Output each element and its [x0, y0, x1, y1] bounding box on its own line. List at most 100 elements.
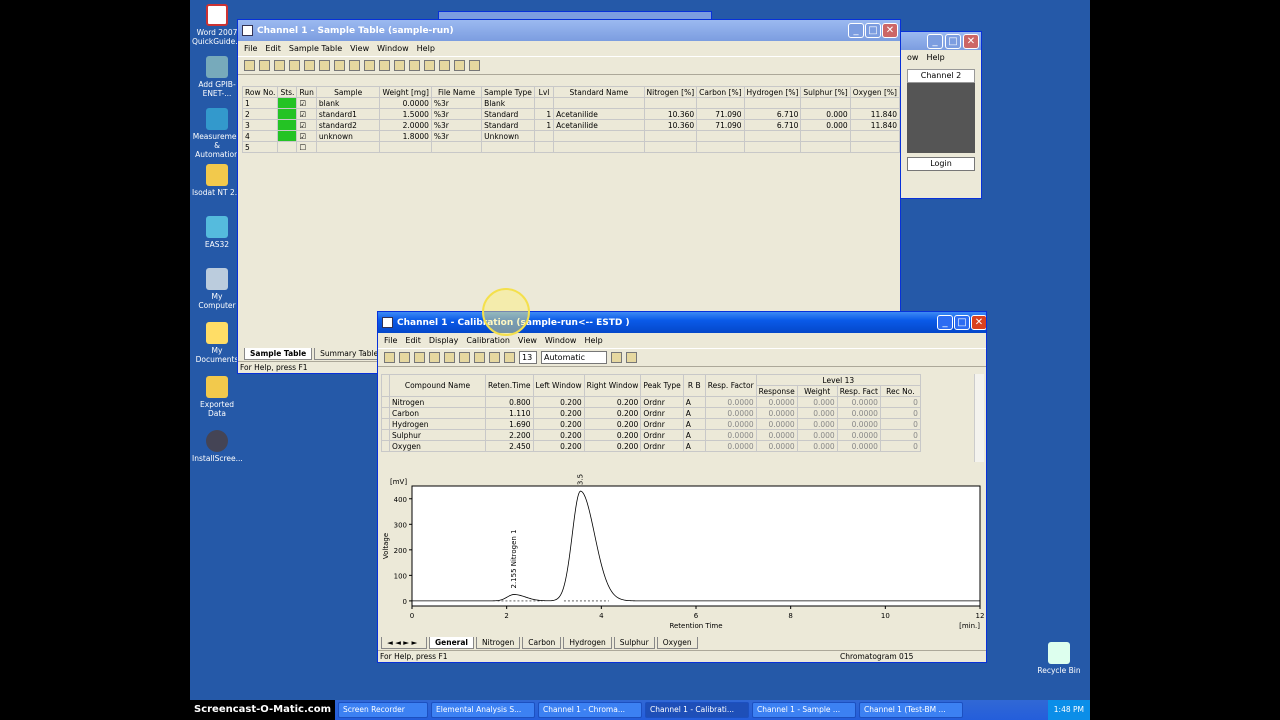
- calibration-window[interactable]: Channel 1 - Calibration (sample-run<-- E…: [377, 311, 987, 663]
- level-input[interactable]: 13: [519, 351, 537, 364]
- desktop-icon-my-computer[interactable]: My Computer: [192, 268, 242, 310]
- menu-file[interactable]: File: [244, 44, 257, 53]
- table-row[interactable]: Carbon 1.110 0.200 0.200 Ordnr A 0.0000 0.0000 0…: [381, 407, 921, 419]
- save-icon[interactable]: [274, 60, 285, 71]
- tab-oxygen[interactable]: Oxygen: [656, 637, 698, 649]
- menu-file[interactable]: File: [384, 336, 397, 345]
- sample-table-titlebar[interactable]: Channel 1 - Sample Table (sample-run): [238, 20, 900, 41]
- maximize-button[interactable]: □: [945, 34, 961, 49]
- taskbar-item-calibration[interactable]: Channel 1 - Calibrati...: [645, 702, 749, 718]
- table-cell: [643, 97, 698, 109]
- menu-edit[interactable]: Edit: [265, 44, 281, 53]
- menu-view[interactable]: View: [350, 44, 369, 53]
- taskbar-item-screen-recorder[interactable]: Screen Recorder: [338, 702, 428, 718]
- close-red-icon[interactable]: [611, 352, 622, 363]
- desktop-icon-installscreen[interactable]: InstallScree...: [192, 430, 243, 463]
- tab-general[interactable]: General: [429, 637, 474, 649]
- copy-icon[interactable]: [379, 60, 390, 71]
- desktop-icon-recycle-bin[interactable]: Recycle Bin: [1034, 642, 1084, 675]
- menu-help[interactable]: Help: [417, 44, 435, 53]
- minimize-button[interactable]: _: [848, 23, 864, 38]
- calibration-titlebar[interactable]: Channel 1 - Calibration (sample-run<-- E…: [378, 312, 986, 333]
- mode-select[interactable]: Automatic: [541, 351, 607, 364]
- menu-display[interactable]: Display: [429, 336, 459, 345]
- open-icon[interactable]: [399, 352, 410, 363]
- tab-summary-table[interactable]: Summary Table: [314, 348, 385, 360]
- menu-window[interactable]: Window: [545, 336, 577, 345]
- table-scrollbar[interactable]: [974, 374, 984, 462]
- close-button[interactable]: ✕: [971, 315, 986, 330]
- menu-help[interactable]: Help: [584, 336, 602, 345]
- maximize-button[interactable]: □: [865, 23, 881, 38]
- menu-edit[interactable]: Edit: [405, 336, 421, 345]
- print-icon[interactable]: [289, 60, 300, 71]
- undo-icon[interactable]: [334, 60, 345, 71]
- paste-icon[interactable]: [394, 60, 405, 71]
- desktop-icon-measurement[interactable]: Measuremen & Automation: [192, 108, 242, 159]
- run-icon[interactable]: [409, 60, 420, 71]
- minimize-button[interactable]: _: [937, 315, 953, 330]
- menu-window[interactable]: Window: [377, 44, 409, 53]
- desktop-icon-eas32[interactable]: EAS32: [192, 216, 242, 249]
- table-cell: 0: [879, 396, 921, 408]
- table-row[interactable]: 5 ☐: [241, 141, 900, 153]
- column-header: Sulphur [%]: [800, 86, 851, 98]
- desktop-icon-my-documents[interactable]: My Documents: [192, 322, 242, 364]
- menu-calibration[interactable]: Calibration: [466, 336, 510, 345]
- export-icon[interactable]: [319, 60, 330, 71]
- stop-icon[interactable]: [424, 60, 435, 71]
- table-cell: Hydrogen: [389, 418, 486, 430]
- desktop-icon-word[interactable]: Word 2007 QuickGuide...: [192, 4, 242, 46]
- tab-sample-table[interactable]: Sample Table: [244, 348, 313, 360]
- table-row[interactable]: Nitrogen 0.800 0.200 0.200 Ordnr A 0.0000 0.000…: [381, 396, 921, 408]
- settings-icon[interactable]: [469, 60, 480, 71]
- table-row[interactable]: Oxygen 2.450 0.200 0.200 Ordnr A 0.0000 0.0000 0…: [381, 440, 921, 452]
- desktop-icon-gpib[interactable]: Add GPIB-ENET-...: [192, 56, 242, 98]
- tab-sulphur[interactable]: Sulphur: [613, 637, 655, 649]
- table-row[interactable]: 2 ☑ standard1 1.5000 %3r Standard 1 Acetanilide…: [241, 108, 900, 120]
- cut-icon[interactable]: [364, 60, 375, 71]
- menu-sample-table[interactable]: Sample Table: [289, 44, 342, 53]
- edit-icon[interactable]: [429, 352, 440, 363]
- desktop-icon-isodat[interactable]: Isodat NT 2.0: [192, 164, 242, 197]
- tab-nitrogen[interactable]: Nitrogen: [476, 637, 521, 649]
- taskbar-item-elemental[interactable]: Elemental Analysis S...: [431, 702, 535, 718]
- desktop-icon-exported-data[interactable]: Exported Data: [192, 376, 242, 418]
- open-icon[interactable]: [259, 60, 270, 71]
- table-cell: 3: [241, 119, 279, 131]
- table-cell: A: [682, 396, 706, 408]
- y-tick-label: 100: [394, 572, 407, 580]
- table-row[interactable]: 4 ☑ unknown 1.8000 %3r Unknown: [241, 130, 900, 142]
- tab-carbon[interactable]: Carbon: [522, 637, 562, 649]
- table-row[interactable]: Hydrogen 1.690 0.200 0.200 Ordnr A 0.0000 0.000…: [381, 418, 921, 430]
- preview-icon[interactable]: [474, 352, 485, 363]
- minimize-button[interactable]: _: [927, 34, 943, 49]
- taskbar-item-sample[interactable]: Channel 1 - Sample ...: [752, 702, 856, 718]
- chart-icon[interactable]: [626, 352, 637, 363]
- zoom-in-icon[interactable]: [489, 352, 500, 363]
- close-button[interactable]: ✕: [963, 34, 979, 49]
- preview-icon[interactable]: [304, 60, 315, 71]
- zoom-out-icon[interactable]: [504, 352, 515, 363]
- menu-view[interactable]: View: [518, 336, 537, 345]
- taskbar-item-chroma[interactable]: Channel 1 - Chroma...: [538, 702, 642, 718]
- pause-icon[interactable]: [439, 60, 450, 71]
- tab-hydrogen[interactable]: Hydrogen: [563, 637, 612, 649]
- save-icon[interactable]: [414, 352, 425, 363]
- table-row[interactable]: 3 ☑ standard2 2.0000 %3r Standard 1 Acetanilide…: [241, 119, 900, 131]
- redo-icon[interactable]: [349, 60, 360, 71]
- delete-icon[interactable]: [444, 352, 455, 363]
- login-button[interactable]: Login: [907, 157, 975, 171]
- taskbar-item-test[interactable]: Channel 1 (Test-BM ...: [859, 702, 963, 718]
- table-row[interactable]: Sulphur 2.200 0.200 0.200 Ordnr A 0.0000 0.0000…: [381, 429, 921, 441]
- column-header: Rec No.: [879, 385, 921, 397]
- tool-icon[interactable]: [454, 60, 465, 71]
- print-icon[interactable]: [459, 352, 470, 363]
- tab-nav-arrows[interactable]: ◄ ◄ ► ►: [381, 637, 427, 649]
- table-row[interactable]: 1 ☑ blank 0.0000 %3r Blank: [241, 97, 900, 109]
- close-button[interactable]: ✕: [882, 23, 898, 38]
- new-icon[interactable]: [384, 352, 395, 363]
- maximize-button[interactable]: □: [954, 315, 970, 330]
- new-icon[interactable]: [244, 60, 255, 71]
- channel2-window[interactable]: _ □ ✕ ow Help Channel 2 Login: [900, 31, 982, 199]
